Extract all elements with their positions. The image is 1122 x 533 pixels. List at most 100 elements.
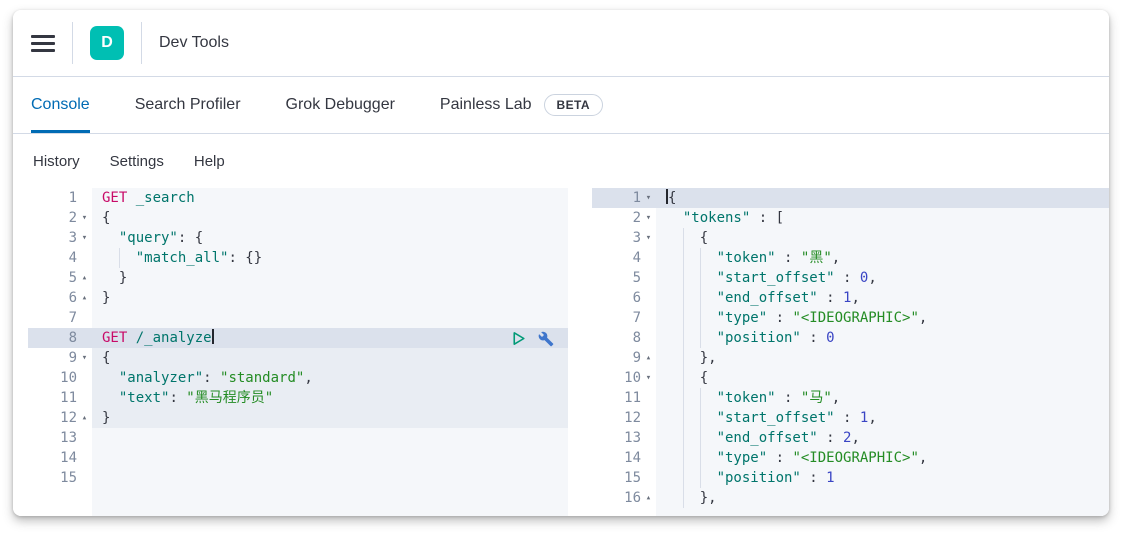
code-token: "token": [717, 390, 776, 406]
code-text[interactable]: "token" : "黑",: [656, 248, 1109, 268]
tab-grok-debugger[interactable]: Grok Debugger: [286, 77, 395, 133]
code-text[interactable]: },: [656, 488, 1109, 508]
code-text[interactable]: "end_offset" : 2,: [656, 428, 1109, 448]
code-line: 11 "text": "黑马程序员": [28, 388, 568, 408]
fold-close-arrow-icon[interactable]: ▴: [77, 288, 92, 308]
code-text[interactable]: }: [92, 408, 568, 428]
line-number: 5▴: [28, 268, 92, 288]
code-text[interactable]: {: [656, 188, 1109, 208]
code-line: 12 "start_offset" : 1,: [592, 408, 1109, 428]
code-text[interactable]: [92, 428, 568, 448]
code-text[interactable]: }: [92, 288, 568, 308]
code-token: "type": [717, 450, 768, 466]
send-request-play-icon[interactable]: [510, 330, 527, 347]
code-text[interactable]: "match_all": {}: [92, 248, 568, 268]
code-line: 15: [28, 468, 568, 488]
editor-resize-handle[interactable]: [568, 188, 592, 516]
code-text[interactable]: "type" : "<IDEOGRAPHIC>",: [656, 308, 1109, 328]
code-text[interactable]: "token" : "马",: [656, 388, 1109, 408]
request-options-wrench-icon[interactable]: [538, 331, 554, 347]
code-token: }: [102, 290, 110, 306]
code-text[interactable]: }: [92, 268, 568, 288]
code-line: 11 "token" : "马",: [592, 388, 1109, 408]
code-token: ,: [851, 290, 859, 306]
code-line: 7: [28, 308, 568, 328]
code-text[interactable]: },: [656, 348, 1109, 368]
code-text[interactable]: GET _search: [92, 188, 568, 208]
tab-search-profiler[interactable]: Search Profiler: [135, 77, 241, 133]
line-number: 16▴: [592, 488, 656, 508]
fold-open-arrow-icon[interactable]: ▾: [641, 208, 656, 228]
line-number: 1▾: [592, 188, 656, 208]
dev-tools-window: D Dev Tools Console Search Profiler Grok…: [13, 10, 1109, 516]
request-editor[interactable]: 1GET _search2▾{3▾ "query": {4 "match_all…: [28, 188, 568, 516]
code-token: [666, 470, 717, 486]
code-text[interactable]: [92, 468, 568, 488]
fold-close-arrow-icon[interactable]: ▴: [641, 488, 656, 508]
fold-open-arrow-icon[interactable]: ▾: [641, 188, 656, 208]
fold-open-arrow-icon[interactable]: ▾: [641, 228, 656, 248]
code-text[interactable]: {: [656, 228, 1109, 248]
line-number: 9▴: [592, 348, 656, 368]
code-token: [666, 450, 717, 466]
code-text[interactable]: "position" : 0: [656, 328, 1109, 348]
code-token: "end_offset": [717, 430, 818, 446]
line-number: 15: [28, 468, 92, 488]
tab-painless-lab[interactable]: Painless Lab BETA: [440, 77, 603, 133]
code-text[interactable]: "text": "黑马程序员": [92, 388, 568, 408]
code-token: "黑马程序员": [186, 390, 273, 406]
code-token: },: [666, 490, 717, 506]
code-token: :: [776, 250, 801, 266]
history-menu[interactable]: History: [33, 153, 80, 170]
fold-open-arrow-icon[interactable]: ▾: [77, 208, 92, 228]
code-text[interactable]: "query": {: [92, 228, 568, 248]
fold-open-arrow-icon[interactable]: ▾: [77, 348, 92, 368]
editor-empty-area[interactable]: [592, 508, 1109, 516]
hamburger-menu-icon[interactable]: [31, 35, 55, 52]
code-text[interactable]: "position" : 1: [656, 468, 1109, 488]
response-editor[interactable]: 1▾{2▾ "tokens" : [3▾ {4 "token" : "黑",5 …: [592, 188, 1109, 516]
editor-empty-area[interactable]: [28, 488, 568, 516]
code-text[interactable]: {: [92, 208, 568, 228]
indent-guide: [683, 468, 684, 488]
help-menu[interactable]: Help: [194, 153, 225, 170]
fold-open-arrow-icon[interactable]: ▾: [641, 368, 656, 388]
code-text[interactable]: "start_offset" : 1,: [656, 408, 1109, 428]
code-text[interactable]: "start_offset" : 0,: [656, 268, 1109, 288]
code-text[interactable]: "tokens" : [: [656, 208, 1109, 228]
code-token: {: [668, 190, 676, 206]
line-number: 11: [592, 388, 656, 408]
line-number: 3▾: [592, 228, 656, 248]
code-token: ,: [919, 310, 927, 326]
code-line: 5 "start_offset" : 0,: [592, 268, 1109, 288]
line-number: 9▾: [28, 348, 92, 368]
code-token: [102, 390, 119, 406]
code-text[interactable]: [92, 308, 568, 328]
fold-close-arrow-icon[interactable]: ▴: [641, 348, 656, 368]
code-token: [666, 210, 683, 226]
code-text[interactable]: {: [92, 348, 568, 368]
indent-guide: [683, 248, 684, 268]
code-text[interactable]: "end_offset" : 1,: [656, 288, 1109, 308]
code-token: {: [102, 350, 110, 366]
indent-guide: [683, 388, 684, 408]
code-token: "start_offset": [717, 410, 835, 426]
code-text[interactable]: {: [656, 368, 1109, 388]
code-text[interactable]: GET /_analyze: [92, 328, 568, 348]
code-token: "<IDEOGRAPHIC>": [792, 450, 918, 466]
fold-open-arrow-icon[interactable]: ▾: [77, 228, 92, 248]
code-text[interactable]: [92, 448, 568, 468]
beta-badge: BETA: [544, 94, 603, 116]
code-token: [666, 430, 717, 446]
tab-console[interactable]: Console: [31, 77, 90, 133]
settings-menu[interactable]: Settings: [110, 153, 164, 170]
line-number: 7: [28, 308, 92, 328]
code-text[interactable]: "analyzer": "standard",: [92, 368, 568, 388]
fold-close-arrow-icon[interactable]: ▴: [77, 268, 92, 288]
code-line: 13: [28, 428, 568, 448]
fold-close-arrow-icon[interactable]: ▴: [77, 408, 92, 428]
line-number: 12▴: [28, 408, 92, 428]
code-token: }: [102, 270, 127, 286]
line-number: 3▾: [28, 228, 92, 248]
code-text[interactable]: "type" : "<IDEOGRAPHIC>",: [656, 448, 1109, 468]
